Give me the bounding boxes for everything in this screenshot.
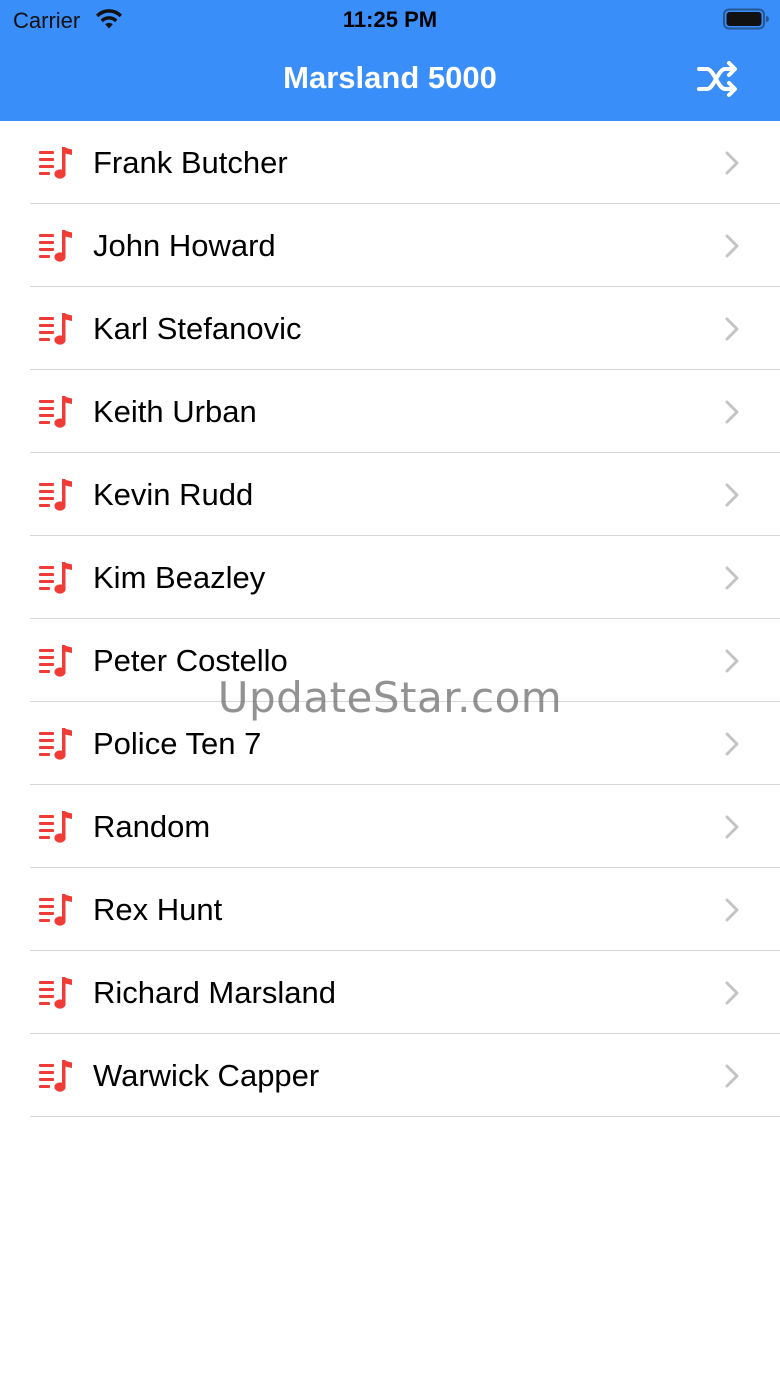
chevron-right-icon <box>724 400 740 424</box>
list-item[interactable]: Peter Costello <box>0 619 780 702</box>
list-item-label: Keith Urban <box>93 394 257 429</box>
shuffle-icon <box>697 61 737 97</box>
playlist-icon <box>39 478 75 512</box>
list-item[interactable]: Police Ten 7 <box>0 702 780 785</box>
playlist-icon <box>39 312 75 346</box>
shuffle-button[interactable] <box>694 58 742 100</box>
chevron-right-icon <box>724 317 740 341</box>
playlist-icon <box>39 976 75 1010</box>
list-item[interactable]: Rex Hunt <box>0 868 780 951</box>
list-item-label: Richard Marsland <box>93 975 336 1010</box>
chevron-right-icon <box>724 483 740 507</box>
playlist-icon <box>39 893 75 927</box>
list-item[interactable]: Random <box>0 785 780 868</box>
list-item-label: Police Ten 7 <box>93 726 262 761</box>
chevron-right-icon <box>724 234 740 258</box>
list-item[interactable]: Kim Beazley <box>0 536 780 619</box>
playlist-icon <box>39 395 75 429</box>
list-item-label: Random <box>93 809 211 844</box>
list-item-label: Peter Costello <box>93 643 288 678</box>
navigation-bar: Carrier 11:25 PM Marsland 5000 <box>0 0 780 121</box>
list-item-label: Kevin Rudd <box>93 477 254 512</box>
chevron-right-icon <box>724 981 740 1005</box>
chevron-right-icon <box>724 1064 740 1088</box>
status-bar: Carrier 11:25 PM <box>0 0 780 40</box>
list-item[interactable]: Warwick Capper <box>0 1034 780 1117</box>
chevron-right-icon <box>724 732 740 756</box>
battery-icon <box>723 8 769 30</box>
list-item[interactable]: Richard Marsland <box>0 951 780 1034</box>
playlist-icon <box>39 644 75 678</box>
list-item-label: Frank Butcher <box>93 145 288 180</box>
playlist-list: Frank Butcher John Howard Karl Stefanovic K… <box>0 121 780 1117</box>
playlist-icon <box>39 810 75 844</box>
list-item-label: John Howard <box>93 228 276 263</box>
list-item-label: Warwick Capper <box>93 1058 320 1093</box>
chevron-right-icon <box>724 815 740 839</box>
playlist-icon <box>39 727 75 761</box>
list-item[interactable]: Frank Butcher <box>0 121 780 204</box>
chevron-right-icon <box>724 649 740 673</box>
list-item[interactable]: Karl Stefanovic <box>0 287 780 370</box>
playlist-icon <box>39 561 75 595</box>
list-item-label: Kim Beazley <box>93 560 266 595</box>
chevron-right-icon <box>724 898 740 922</box>
list-item[interactable]: John Howard <box>0 204 780 287</box>
page-title: Marsland 5000 <box>283 60 497 95</box>
row-divider <box>30 1116 780 1117</box>
playlist-icon <box>39 146 75 180</box>
list-item[interactable]: Kevin Rudd <box>0 453 780 536</box>
playlist-icon <box>39 1059 75 1093</box>
list-item-label: Karl Stefanovic <box>93 311 302 346</box>
playlist-icon <box>39 229 75 263</box>
chevron-right-icon <box>724 151 740 175</box>
status-time: 11:25 PM <box>342 7 438 32</box>
chevron-right-icon <box>724 566 740 590</box>
list-item-label: Rex Hunt <box>93 892 223 927</box>
list-item[interactable]: Keith Urban <box>0 370 780 453</box>
